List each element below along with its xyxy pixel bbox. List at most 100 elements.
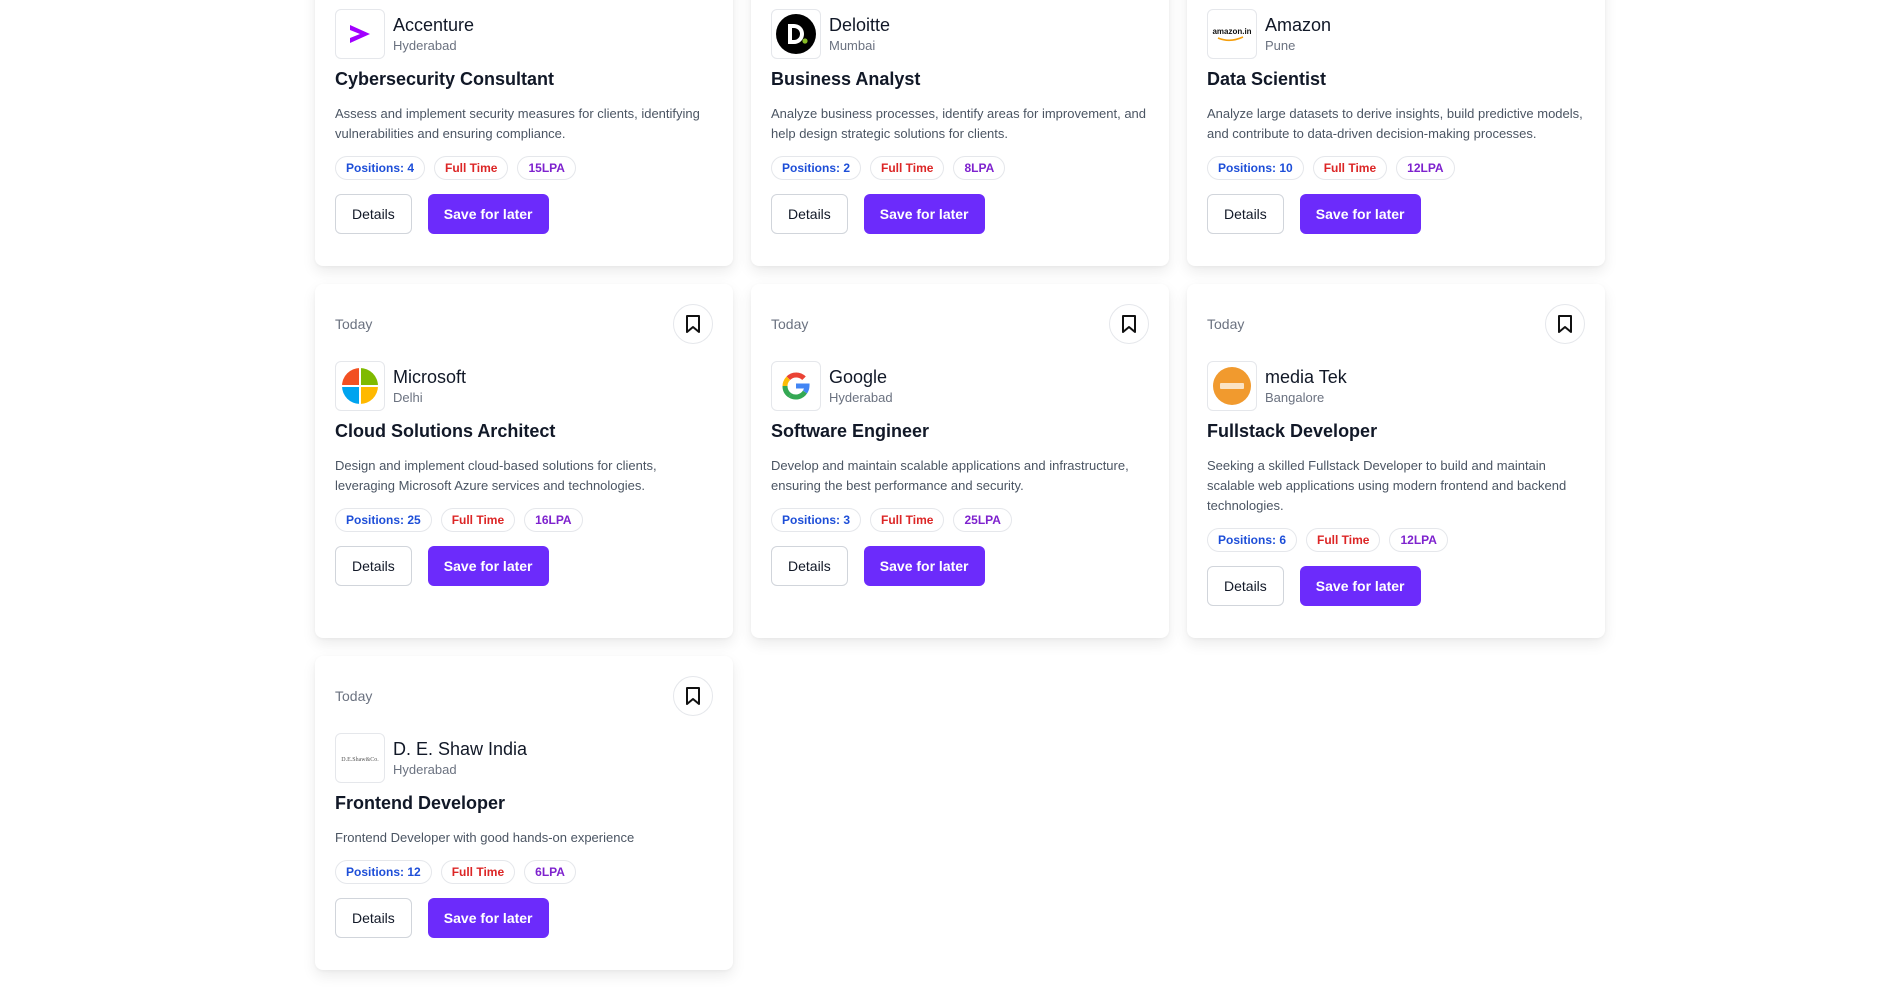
company-name: Accenture — [393, 15, 475, 35]
posted-date: Today — [335, 688, 373, 704]
details-button[interactable]: Details — [335, 546, 412, 586]
tag-list: Positions: 25 Full Time 16LPA — [335, 508, 713, 532]
job-card: Today media Tek Bangalore Fullstack Deve… — [1187, 284, 1605, 638]
job-title: Frontend Developer — [335, 793, 506, 813]
company-location: Hyderabad — [393, 762, 457, 777]
salary-badge: 12LPA — [1396, 156, 1455, 180]
tag-list: Positions: 4 Full Time 15LPA — [335, 156, 713, 180]
card-header: Today — [1207, 304, 1585, 344]
job-card: Today Google Hyderabad Software Engineer… — [751, 284, 1169, 638]
job-type-badge: Full Time — [434, 156, 509, 180]
posted-date: Today — [771, 316, 809, 332]
job-title: Data Scientist — [1207, 69, 1327, 89]
job-description: Analyze large datasets to derive insight… — [1207, 106, 1583, 141]
positions-badge: Positions: 4 — [335, 156, 426, 180]
company-name: media Tek — [1265, 367, 1347, 387]
company-info: Accenture Hyderabad — [335, 9, 713, 59]
microsoft-logo-icon — [335, 361, 385, 411]
job-title: Cloud Solutions Architect — [335, 421, 556, 441]
google-logo-icon — [771, 361, 821, 411]
positions-badge: Positions: 3 — [771, 508, 862, 532]
salary-badge: 16LPA — [524, 508, 583, 532]
bookmark-icon — [1558, 315, 1572, 333]
company-location: Pune — [1265, 38, 1296, 53]
amazon-logo-text: amazon.in — [1212, 27, 1251, 36]
job-type-badge: Full Time — [870, 508, 945, 532]
bookmark-button[interactable] — [673, 676, 713, 716]
job-card: Today Microsoft Delhi Cloud Solutions Ar… — [315, 284, 733, 638]
salary-badge: 15LPA — [517, 156, 576, 180]
company-name: Microsoft — [393, 367, 467, 387]
card-header: Today — [335, 676, 713, 716]
card-header: Today — [771, 304, 1149, 344]
job-title: Software Engineer — [771, 421, 930, 441]
deshaw-logo-icon: D.E.Shaw&Co. — [335, 733, 385, 783]
card-actions: Details Save for later — [335, 546, 713, 586]
amazon-logo-icon: amazon.in — [1207, 9, 1257, 59]
mediatek-logo-icon — [1207, 361, 1257, 411]
job-type-badge: Full Time — [1306, 528, 1381, 552]
card-actions: Details Save for later — [771, 194, 1149, 234]
save-for-later-button[interactable]: Save for later — [1299, 566, 1421, 606]
save-for-later-button[interactable]: Save for later — [427, 546, 549, 586]
posted-date: Today — [335, 316, 373, 332]
details-button[interactable]: Details — [771, 546, 848, 586]
save-for-later-button[interactable]: Save for later — [863, 194, 985, 234]
company-name: Deloitte — [829, 15, 891, 35]
posted-date: Today — [1207, 316, 1245, 332]
job-type-badge: Full Time — [870, 156, 945, 180]
company-name: Amazon — [1265, 15, 1332, 35]
company-info: Deloitte Mumbai — [771, 9, 1149, 59]
save-for-later-button[interactable]: Save for later — [1299, 194, 1421, 234]
bookmark-button[interactable] — [1109, 304, 1149, 344]
details-button[interactable]: Details — [1207, 566, 1284, 606]
job-type-badge: Full Time — [440, 508, 516, 532]
salary-badge: 12LPA — [1389, 528, 1448, 552]
positions-badge: Positions: 25 — [335, 508, 432, 532]
company-name: D. E. Shaw India — [393, 739, 528, 759]
salary-badge: 8LPA — [953, 156, 1006, 180]
card-actions: Details Save for later — [1207, 194, 1585, 234]
company-info: amazon.in Amazon Pune — [1207, 9, 1585, 59]
company-location: Hyderabad — [829, 390, 893, 405]
accenture-logo-icon — [335, 9, 385, 59]
job-type-badge: Full Time — [440, 860, 516, 884]
job-card: Accenture Hyderabad Cybersecurity Consul… — [315, 0, 733, 266]
positions-badge: Positions: 12 — [335, 860, 432, 884]
job-title: Business Analyst — [771, 69, 921, 89]
save-for-later-button[interactable]: Save for later — [863, 546, 985, 586]
company-location: Delhi — [393, 390, 423, 405]
bookmark-icon — [1122, 315, 1136, 333]
job-title: Cybersecurity Consultant — [335, 69, 555, 89]
job-card: Deloitte Mumbai Business Analyst Analyze… — [751, 0, 1169, 266]
company-info: D.E.Shaw&Co. D. E. Shaw India Hyderabad — [335, 733, 713, 783]
card-actions: Details Save for later — [771, 546, 1149, 586]
details-button[interactable]: Details — [335, 898, 412, 938]
job-description: Design and implement cloud-based solutio… — [335, 458, 657, 493]
job-title: Fullstack Developer — [1207, 421, 1378, 441]
card-actions: Details Save for later — [335, 194, 713, 234]
tag-list: Positions: 3 Full Time 25LPA — [771, 508, 1149, 532]
company-location: Hyderabad — [393, 38, 457, 53]
save-for-later-button[interactable]: Save for later — [427, 898, 549, 938]
details-button[interactable]: Details — [1207, 194, 1284, 234]
tag-list: Positions: 10 Full Time 12LPA — [1207, 156, 1585, 180]
company-location: Bangalore — [1265, 390, 1325, 405]
bookmark-icon — [686, 315, 700, 333]
card-actions: Details Save for later — [1207, 566, 1585, 606]
tag-list: Positions: 6 Full Time 12LPA — [1207, 528, 1585, 552]
save-for-later-button[interactable]: Save for later — [427, 194, 549, 234]
company-info: Microsoft Delhi — [335, 361, 713, 411]
card-actions: Details Save for later — [335, 898, 713, 938]
positions-badge: Positions: 10 — [1207, 156, 1304, 180]
details-button[interactable]: Details — [335, 194, 412, 234]
job-description: Seeking a skilled Fullstack Developer to… — [1207, 458, 1567, 513]
job-description: Analyze business processes, identify are… — [771, 106, 1147, 141]
deloitte-logo-icon — [771, 9, 821, 59]
deshaw-logo-text: D.E.Shaw&Co. — [341, 757, 379, 763]
company-info: media Tek Bangalore — [1207, 361, 1585, 411]
bookmark-button[interactable] — [673, 304, 713, 344]
details-button[interactable]: Details — [771, 194, 848, 234]
bookmark-button[interactable] — [1545, 304, 1585, 344]
company-location: Mumbai — [829, 38, 876, 53]
